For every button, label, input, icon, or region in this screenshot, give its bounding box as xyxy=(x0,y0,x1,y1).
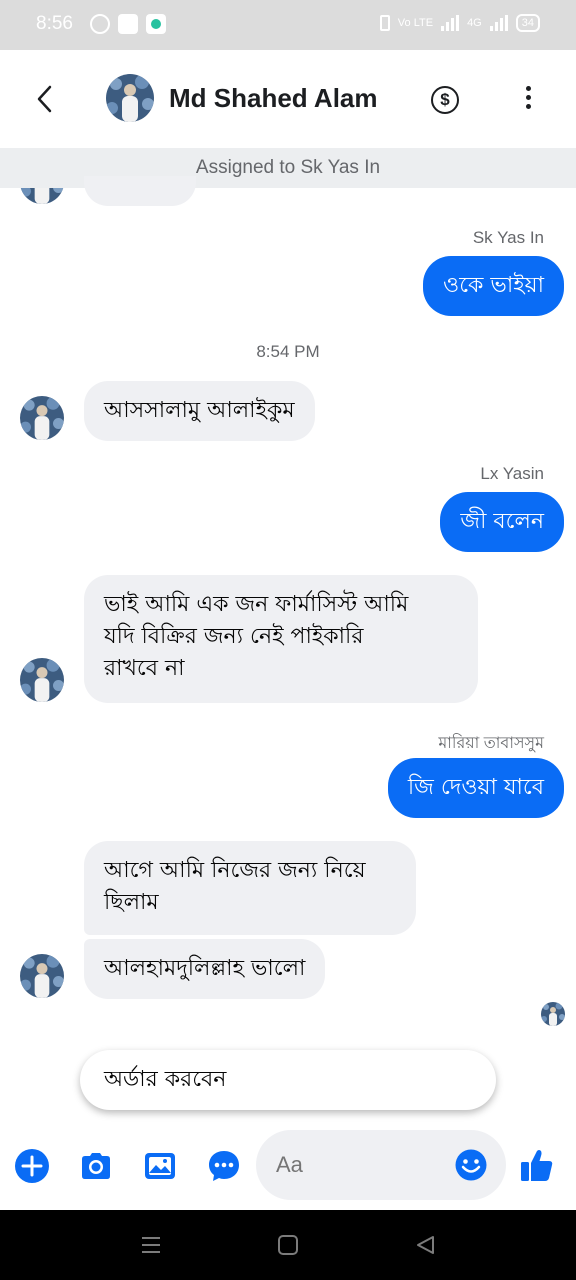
nav-home-icon[interactable] xyxy=(278,1235,298,1255)
suggested-reply-chip[interactable]: অর্ডার করবেন xyxy=(80,1050,496,1110)
camera-icon[interactable] xyxy=(78,1148,114,1184)
like-icon[interactable] xyxy=(518,1146,554,1182)
nav-menu-icon[interactable] xyxy=(140,1234,162,1256)
message-sender: Lx Yasin xyxy=(480,464,544,483)
incoming-message[interactable]: আলহামদুলিল্লাহ ভালো xyxy=(84,939,326,999)
message-timestamp: 8:54 PM xyxy=(256,342,320,361)
notification-icons xyxy=(90,14,166,34)
incoming-message[interactable]: আসসালামু আলাইকুম xyxy=(84,381,315,441)
dollar-icon[interactable]: $ xyxy=(431,86,459,114)
app-notification-icon xyxy=(146,14,166,34)
chat-header: Md Shahed Alam $ xyxy=(0,50,576,146)
message-line: রাখবে না xyxy=(104,656,185,681)
incoming-message[interactable]: আগে আমি নিজের জন্য নিয়ে ছিলাম xyxy=(84,841,416,935)
contact-avatar[interactable] xyxy=(20,396,64,440)
status-time: 8:56 xyxy=(36,13,73,34)
message-sender: Sk Yas In xyxy=(472,228,544,247)
contact-avatar[interactable] xyxy=(20,954,64,998)
outgoing-message[interactable]: ওকে ভাইয়া xyxy=(423,256,564,316)
message-sender: মারিয়া তাবাসসুম xyxy=(438,735,544,752)
plus-icon[interactable] xyxy=(14,1148,50,1184)
nav-back-icon[interactable] xyxy=(414,1234,436,1256)
battery-icon: 34 xyxy=(515,14,540,32)
signal-2-icon xyxy=(489,15,508,31)
back-arrow-icon[interactable] xyxy=(30,82,60,116)
more-actions-icon[interactable] xyxy=(206,1148,242,1184)
previous-message-bubble xyxy=(84,176,196,206)
emoji-icon[interactable] xyxy=(454,1148,488,1182)
more-icon[interactable] xyxy=(516,86,540,114)
status-bar: 8:56 Vo LTE 4G 34 xyxy=(0,0,576,50)
volte-label: Vo LTE xyxy=(397,17,434,29)
contact-name[interactable]: Md Shahed Alam xyxy=(169,83,378,114)
android-nav-bar xyxy=(0,1210,576,1280)
vibrate-icon xyxy=(379,15,390,31)
message-line: ভাই আমি এক জন ফার্মাসিস্ট আমি xyxy=(104,592,409,617)
network-type-label: 4G xyxy=(467,17,482,29)
contact-avatar[interactable] xyxy=(106,74,154,122)
message-input[interactable] xyxy=(276,1130,446,1200)
message-input-container[interactable] xyxy=(256,1130,506,1200)
messenger-notification-icon xyxy=(90,14,110,34)
message-composer xyxy=(0,1128,576,1204)
gallery-icon[interactable] xyxy=(142,1148,178,1184)
facebook-notification-icon xyxy=(118,14,138,34)
message-line: ছিলাম xyxy=(104,890,159,915)
message-line: আগে আমি নিজের জন্য নিয়ে xyxy=(104,858,366,883)
signal-icon xyxy=(441,15,460,31)
status-right: Vo LTE 4G 34 xyxy=(379,14,540,32)
message-line: যদি বিক্রির জন্য নেই পাইকারি xyxy=(104,624,364,649)
outgoing-message[interactable]: জি দেওয়া যাবে xyxy=(387,758,564,818)
seen-receipt-avatar xyxy=(541,1002,565,1026)
incoming-message[interactable]: ভাই আমি এক জন ফার্মাসিস্ট আমি যদি বিক্রি… xyxy=(84,575,478,703)
contact-avatar[interactable] xyxy=(20,658,64,702)
outgoing-message[interactable]: জী বলেন xyxy=(440,492,564,552)
